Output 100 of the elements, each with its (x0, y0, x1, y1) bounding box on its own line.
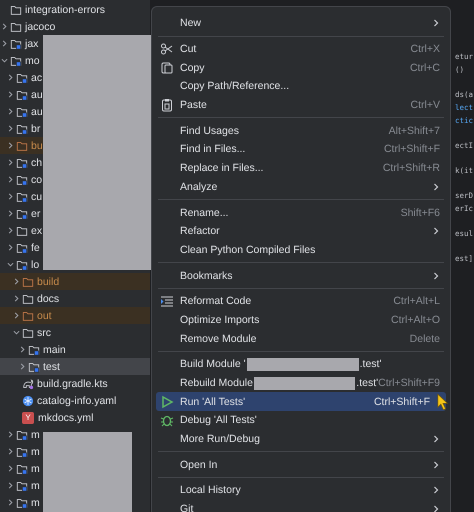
chevron-right-icon[interactable] (7, 74, 14, 81)
menu-item[interactable]: Cut Ctrl+X (156, 40, 446, 58)
shortcut-label: Ctrl+Shift+F (374, 396, 430, 408)
chevron-right-icon[interactable] (19, 363, 26, 370)
tree-item-label[interactable]: cu (31, 190, 42, 202)
tree-item-label[interactable]: au (31, 106, 43, 118)
menu-item[interactable]: Rename... Shift+F6 (156, 203, 446, 222)
chevron-right-icon[interactable] (13, 312, 20, 319)
menu-item[interactable]: Debug 'All Tests' (156, 411, 446, 430)
tree-item-label[interactable]: ex (31, 224, 42, 236)
chevron-right-icon[interactable] (7, 499, 14, 506)
menu-item[interactable]: Replace in Files... Ctrl+Shift+R (156, 158, 446, 178)
chevron-down-icon[interactable] (1, 57, 8, 64)
tree-item-label[interactable]: m (31, 496, 40, 508)
menu-item[interactable]: Optimize Imports Ctrl+Alt+O (156, 310, 446, 330)
menu-item[interactable]: Open In (156, 455, 446, 474)
module-folder-icon (16, 156, 28, 168)
module-folder-icon (16, 242, 28, 254)
chevron-right-icon[interactable] (7, 91, 14, 98)
module-folder-icon (10, 54, 22, 66)
menu-item[interactable]: Find Usages Alt+Shift+7 (156, 121, 446, 140)
chevron-down-icon[interactable] (13, 329, 20, 336)
chevron-right-icon[interactable] (7, 108, 14, 115)
menu-item[interactable]: Copy Ctrl+C (156, 58, 446, 78)
chevron-right-icon[interactable] (7, 482, 14, 489)
chevron-right-icon[interactable] (7, 125, 14, 132)
shortcut-label: Ctrl+Alt+O (390, 314, 440, 326)
menu-item-label: Find in Files... (180, 143, 246, 156)
menu-item[interactable]: Run 'All Tests' Ctrl+Shift+F (156, 392, 446, 412)
tree-item-label[interactable]: build (37, 276, 60, 288)
menu-item[interactable]: Refactor (156, 222, 446, 241)
menu-item[interactable]: Rebuild Module .test'Ctrl+Shift+F9 (156, 374, 446, 392)
tree-item-label[interactable]: mo (25, 54, 40, 66)
chevron-right-icon[interactable] (7, 193, 14, 200)
mouse-pointer-icon (437, 393, 449, 411)
menu-item-label: Copy Path/Reference... (180, 80, 290, 92)
tree-item-label[interactable]: jax (25, 38, 38, 50)
chevron-right-icon[interactable] (7, 210, 14, 217)
menu-item[interactable]: Analyze (156, 178, 446, 196)
tree-item-label[interactable]: ch (31, 156, 42, 168)
bug-icon (160, 413, 174, 428)
chevron-right-icon[interactable] (7, 176, 14, 183)
menu-item[interactable]: Reformat Code Ctrl+Alt+L (156, 292, 446, 311)
tree-item-label[interactable]: src (37, 326, 51, 338)
tree-item-label[interactable]: m (31, 446, 40, 458)
chevron-right-icon[interactable] (7, 448, 14, 455)
menu-item-label: .test' (356, 377, 378, 390)
menu-item[interactable]: Copy Path/Reference... (156, 77, 446, 96)
chevron-right-icon[interactable] (13, 295, 20, 302)
menu-item[interactable]: More Run/Debug (156, 430, 446, 448)
menu-item[interactable]: Clean Python Compiled Files (156, 240, 446, 260)
tree-item-label[interactable]: build.gradle.kts (37, 378, 108, 390)
folder-icon (22, 310, 34, 322)
tree-item-label[interactable]: m (31, 480, 40, 492)
tree-item-label[interactable]: au (31, 88, 43, 100)
menu-item[interactable]: Find in Files... Ctrl+Shift+F (156, 140, 446, 159)
tree-item-label[interactable]: integration-errors (25, 4, 105, 16)
chevron-right-icon[interactable] (7, 142, 14, 149)
folder-icon (16, 224, 28, 236)
tree-item-label[interactable]: catalog-info.yaml (37, 394, 116, 406)
tree-item-label[interactable]: mkdocs.yml (38, 412, 94, 424)
tree-item-label[interactable]: bu (31, 140, 43, 152)
tree-item-label[interactable]: docs (37, 292, 60, 304)
tree-item-label[interactable]: br (31, 122, 40, 134)
tree-item-label[interactable]: fe (31, 242, 40, 254)
chevron-right-icon[interactable] (7, 431, 14, 438)
shortcut-label: Alt+Shift+7 (388, 124, 440, 137)
menu-item-label: Paste (180, 99, 207, 112)
chevron-right-icon[interactable] (7, 244, 14, 251)
chevron-right-icon[interactable] (13, 278, 20, 285)
chevron-right-icon[interactable] (1, 40, 8, 47)
tree-item-label[interactable]: jacoco (25, 20, 56, 32)
chevron-right-icon[interactable] (7, 159, 14, 166)
tree-item-label[interactable]: main (43, 344, 66, 356)
menu-item[interactable]: Bookmarks (156, 266, 446, 285)
menu-item[interactable]: Remove Module Delete (156, 329, 446, 348)
menu-item[interactable]: Local History (156, 481, 446, 500)
chevron-right-icon[interactable] (7, 465, 14, 472)
chevron-right-icon[interactable] (7, 227, 14, 234)
menu-item[interactable]: Paste Ctrl+V (156, 96, 446, 114)
menu-item-label: Clean Python Compiled Files (180, 244, 316, 256)
tree-item-label[interactable]: er (31, 208, 40, 220)
module-folder-icon (16, 72, 28, 84)
chevron-down-icon[interactable] (7, 261, 14, 268)
menu-item[interactable]: New (156, 14, 446, 33)
menu-item[interactable]: Build Module ' .test' (156, 355, 446, 374)
menu-item[interactable]: Git (156, 500, 446, 512)
chevron-right-icon[interactable] (1, 23, 8, 30)
tree-item-label[interactable]: m (31, 428, 40, 440)
tree-item-label[interactable]: co (31, 174, 42, 186)
tree-item-label[interactable]: out (37, 310, 52, 322)
shortcut-label: Delete (410, 332, 440, 345)
menu-item-label: Refactor (180, 225, 220, 238)
selected-tree-row[interactable]: test (0, 358, 150, 375)
tree-item-label[interactable]: ac (31, 72, 42, 84)
shortcut-label: Ctrl+V (410, 99, 440, 112)
tree-item-label[interactable]: lo (31, 258, 40, 270)
menu-item-label: Git (180, 503, 194, 512)
tree-item-label[interactable]: m (31, 462, 40, 474)
chevron-right-icon[interactable] (19, 346, 26, 353)
